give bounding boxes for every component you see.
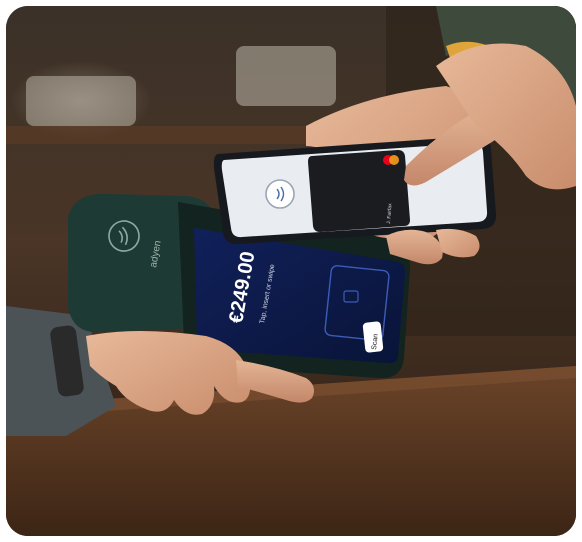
digital-card: J. Fairfax [308,150,410,232]
photo-scene: adyen €249.00 Tap, insert or swipe Scan [6,6,576,536]
scan-button[interactable]: Scan [362,321,384,353]
mastercard-logo [383,155,399,165]
contactless-icon [265,179,295,209]
photo-frame: adyen €249.00 Tap, insert or swipe Scan [6,6,576,536]
